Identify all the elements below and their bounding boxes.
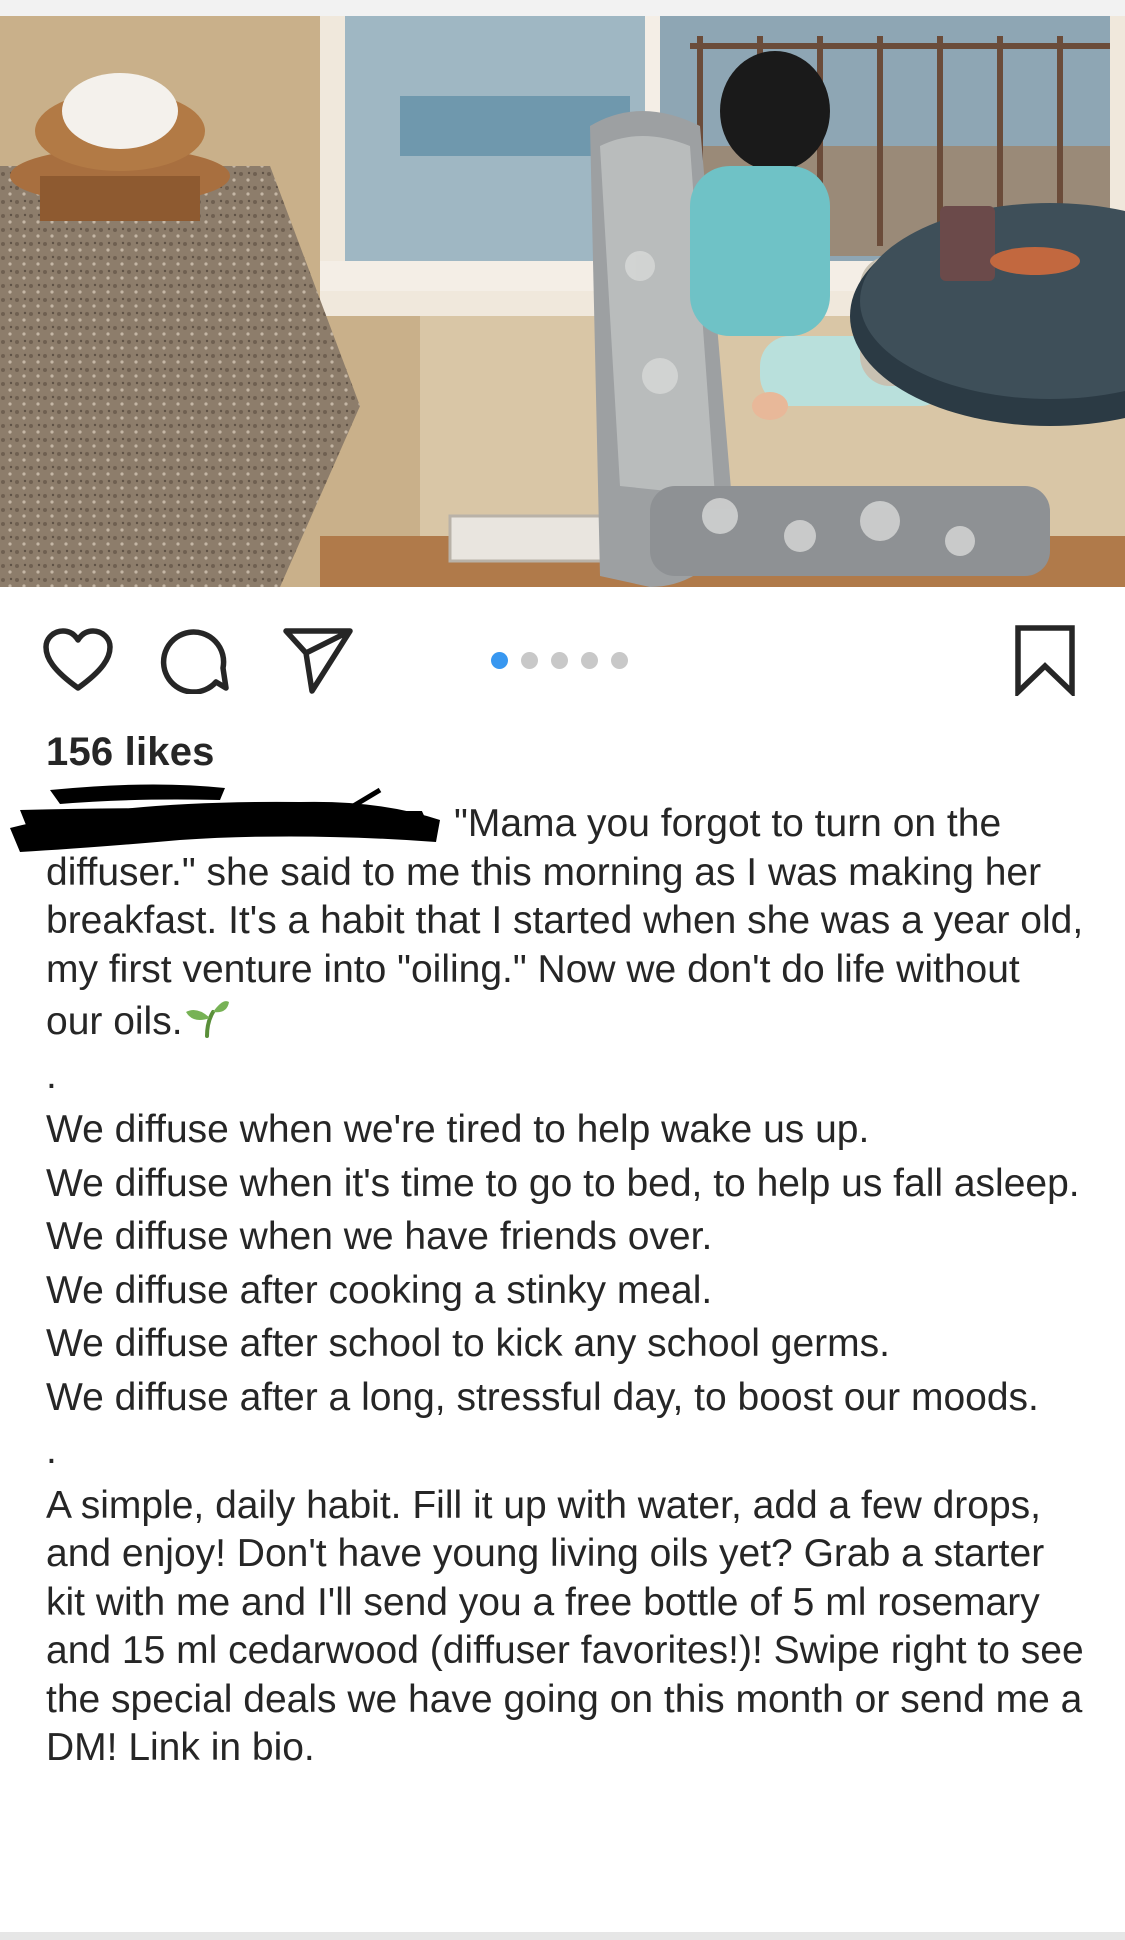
paper-plane-icon[interactable] xyxy=(278,620,358,700)
status-strip xyxy=(0,0,1125,16)
carousel-dot xyxy=(581,652,598,669)
caption-separator: . xyxy=(46,1429,57,1472)
likes-count[interactable]: 156 likes xyxy=(46,730,215,775)
caption-list-item: We diffuse after cooking a stinky meal. xyxy=(46,1268,713,1312)
comment-bubble-icon[interactable] xyxy=(155,620,235,700)
bottom-divider xyxy=(0,1932,1125,1940)
seedling-emoji xyxy=(185,1001,229,1038)
caption-paragraph-1: "Mama you forgot to turn on the diffuser… xyxy=(46,800,1086,1047)
carousel-dot xyxy=(521,652,538,669)
caption-list-item: We diffuse after school to kick any scho… xyxy=(46,1322,890,1365)
post-action-bar xyxy=(0,620,1125,700)
carousel-dot xyxy=(611,652,628,669)
username-link[interactable] xyxy=(46,809,454,849)
heart-icon[interactable] xyxy=(38,620,118,700)
post-caption: "Mama you forgot to turn on the diffuser… xyxy=(46,800,1086,1773)
caption-list-item: We diffuse when it's time to go to bed, … xyxy=(46,1161,1080,1205)
carousel-dot xyxy=(551,652,568,669)
bookmark-icon[interactable] xyxy=(1005,620,1085,700)
post-photo[interactable] xyxy=(0,16,1125,587)
caption-separator: . xyxy=(46,1053,57,1097)
caption-paragraph-2: A simple, daily habit. Fill it up with w… xyxy=(46,1483,1095,1770)
caption-list-item: We diffuse when we're tired to help wake… xyxy=(46,1108,870,1151)
carousel-indicator xyxy=(491,652,628,669)
caption-first-line: "Mama you forgot to turn on the xyxy=(454,802,1002,845)
carousel-dot-active xyxy=(491,652,508,669)
caption-list-item: We diffuse after a long, stressful day, … xyxy=(46,1375,1039,1419)
caption-list-item: We diffuse when we have friends over. xyxy=(46,1215,713,1258)
